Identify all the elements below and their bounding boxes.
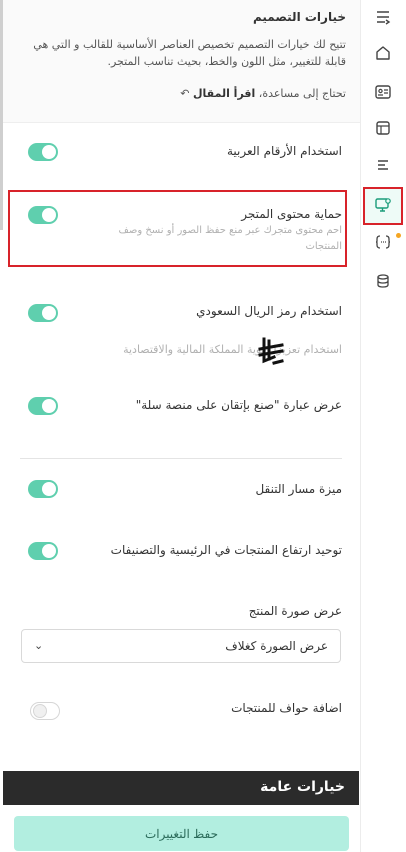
general-options-title: خيارات عامة	[260, 779, 345, 795]
list-icon[interactable]	[374, 156, 392, 174]
monitor-settings-icon[interactable]	[374, 196, 392, 214]
riyal-symbol-toggle[interactable]	[28, 304, 58, 322]
section-divider	[20, 458, 342, 459]
content-protection-toggle[interactable]	[28, 206, 58, 224]
layout-icon[interactable]	[374, 119, 392, 137]
help-line: تحتاج إلى مساعدة، اقرأ المقال ↶	[180, 87, 346, 100]
help-prefix: تحتاج إلى مساعدة،	[258, 87, 346, 100]
chevron-down-icon: ⌄	[34, 639, 44, 652]
page-description: تتيح لك خيارات التصميم تخصيص العناصر الأ…	[33, 38, 346, 68]
page-title: خيارات التصميم	[252, 10, 346, 24]
database-icon[interactable]	[374, 272, 392, 290]
read-article-link[interactable]: اقرأ المقال	[193, 87, 255, 100]
toggle-knob	[42, 145, 56, 159]
general-options-header[interactable]: خيارات عامة	[3, 771, 359, 805]
arabic-numbers-label: استخدام الأرقام العربية	[226, 144, 342, 158]
product-image-value: عرض الصورة كغلاف	[225, 639, 328, 653]
content-protection-hint-2: المنتجات	[305, 241, 342, 252]
unify-heights-toggle[interactable]	[28, 542, 58, 560]
scroll-indicator[interactable]	[0, 0, 3, 230]
saudi-riyal-symbol-icon	[258, 337, 284, 365]
unify-heights-label: توحيد ارتفاع المنتجات في الرئيسية والتصن…	[110, 543, 342, 557]
toggle-knob	[42, 482, 56, 496]
toggle-knob	[42, 399, 56, 413]
design-options-panel: خيارات التصميم تتيح لك خيارات التصميم تخ…	[0, 0, 360, 852]
riyal-symbol-hint: استخدام تعزيزًا لهوية المملكة المالية وا…	[123, 343, 342, 356]
content-protection-label: حماية محتوى المتجر	[241, 207, 342, 221]
product-image-label: عرض صورة المنتج	[248, 604, 342, 618]
home-icon[interactable]	[374, 44, 392, 62]
notification-dot	[396, 233, 401, 238]
made-with-salla-toggle[interactable]	[28, 397, 58, 415]
toggle-knob	[42, 544, 56, 558]
product-borders-toggle[interactable]	[30, 702, 60, 720]
made-with-salla-label: عرض عبارة "صنع بإتقان على منصة سلة"	[135, 398, 342, 412]
riyal-symbol-label: استخدام رمز الريال السعودي	[196, 304, 342, 318]
id-card-icon[interactable]	[374, 83, 392, 101]
save-changes-button[interactable]: حفظ التغييرات	[14, 816, 349, 851]
toggle-knob	[33, 704, 47, 718]
back-arrow-icon: ↶	[180, 87, 190, 100]
product-image-select[interactable]: عرض الصورة كغلاف ⌄	[21, 629, 341, 663]
arabic-numbers-toggle[interactable]	[28, 143, 58, 161]
breadcrumb-label: ميزة مسار التنقل	[255, 482, 342, 496]
toggle-knob	[42, 208, 56, 222]
save-changes-label: حفظ التغييرات	[144, 827, 219, 841]
breadcrumb-toggle[interactable]	[28, 480, 58, 498]
panel-header: خيارات التصميم تتيح لك خيارات التصميم تخ…	[0, 0, 360, 230]
product-borders-label: اضافة حواف للمنتجات	[231, 701, 342, 715]
content-protection-hint: احم محتوى متجرك عبر منع حفظ الصور أو نسخ…	[118, 225, 343, 236]
toggle-knob	[42, 306, 56, 320]
code-braces-icon[interactable]	[374, 233, 392, 251]
menu-align-icon[interactable]	[374, 8, 392, 26]
